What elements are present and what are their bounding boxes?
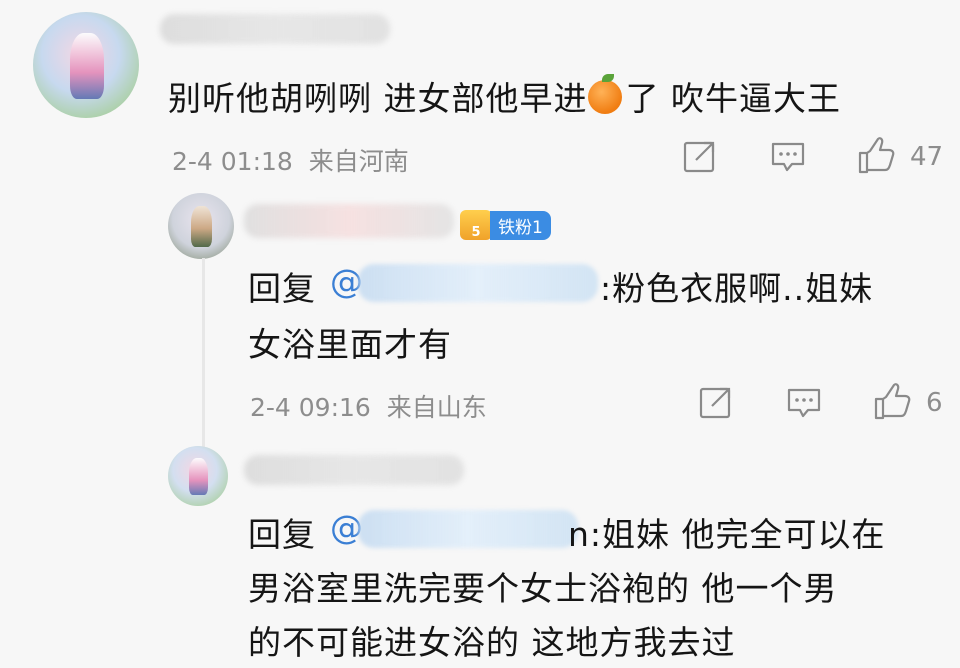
like-count: 6 (926, 388, 943, 418)
orange-emoji-icon (587, 74, 622, 114)
reply-text: 男浴室里洗完要个女士浴袍的 他一个男 (248, 569, 838, 608)
reply-meta: 2-4 09:16 来自山东 (250, 388, 487, 424)
avatar[interactable] (168, 193, 234, 259)
reply-location: 来自山东 (386, 393, 487, 422)
avatar-figure (70, 33, 104, 99)
reply-time: 2-4 09:16 (250, 393, 371, 422)
crown-icon: 5 (460, 210, 492, 240)
mention-username-redacted[interactable] (358, 510, 578, 548)
like-count: 47 (910, 142, 944, 172)
share-icon[interactable] (698, 384, 734, 420)
avatar[interactable] (33, 12, 139, 118)
comment-location: 来自河南 (308, 147, 409, 176)
username-redacted[interactable] (244, 204, 454, 238)
avatar[interactable] (168, 446, 228, 506)
reply-text: n:姐妹 他完全可以在 (568, 515, 886, 554)
reply-prefix: 回复 (248, 269, 316, 308)
fan-badge: 5 铁粉1 (460, 210, 551, 240)
comment-text: 别听他胡咧咧 进女部他早进了 吹牛逼大王 (168, 72, 841, 120)
thumbs-up-icon[interactable] (856, 136, 896, 176)
comment-text-part: 了 吹牛逼大王 (625, 79, 841, 118)
comment-icon[interactable] (786, 386, 822, 420)
comment-icon[interactable] (770, 140, 806, 174)
reply-text: 的不可能进女浴的 这地方我去过 (248, 623, 736, 662)
comment-text-part: 别听他胡咧咧 进女部他早进 (168, 79, 588, 118)
reply-text: 女浴里面才有 (248, 325, 452, 364)
share-icon[interactable] (682, 138, 718, 174)
mention-username-redacted[interactable] (358, 264, 598, 302)
comment-meta: 2-4 01:18 来自河南 (172, 142, 409, 178)
reply-text: :粉色衣服啊..姐妹 (600, 269, 874, 308)
thumbs-up-icon[interactable] (872, 382, 912, 422)
comment-time: 2-4 01:18 (172, 147, 293, 176)
avatar-figure (189, 458, 209, 496)
fan-badge-label: 铁粉1 (490, 210, 551, 240)
username-redacted[interactable] (244, 455, 464, 485)
thread-line (202, 258, 205, 458)
username-redacted[interactable] (160, 14, 390, 44)
avatar-figure (191, 206, 213, 248)
reply-prefix: 回复 (248, 515, 316, 554)
